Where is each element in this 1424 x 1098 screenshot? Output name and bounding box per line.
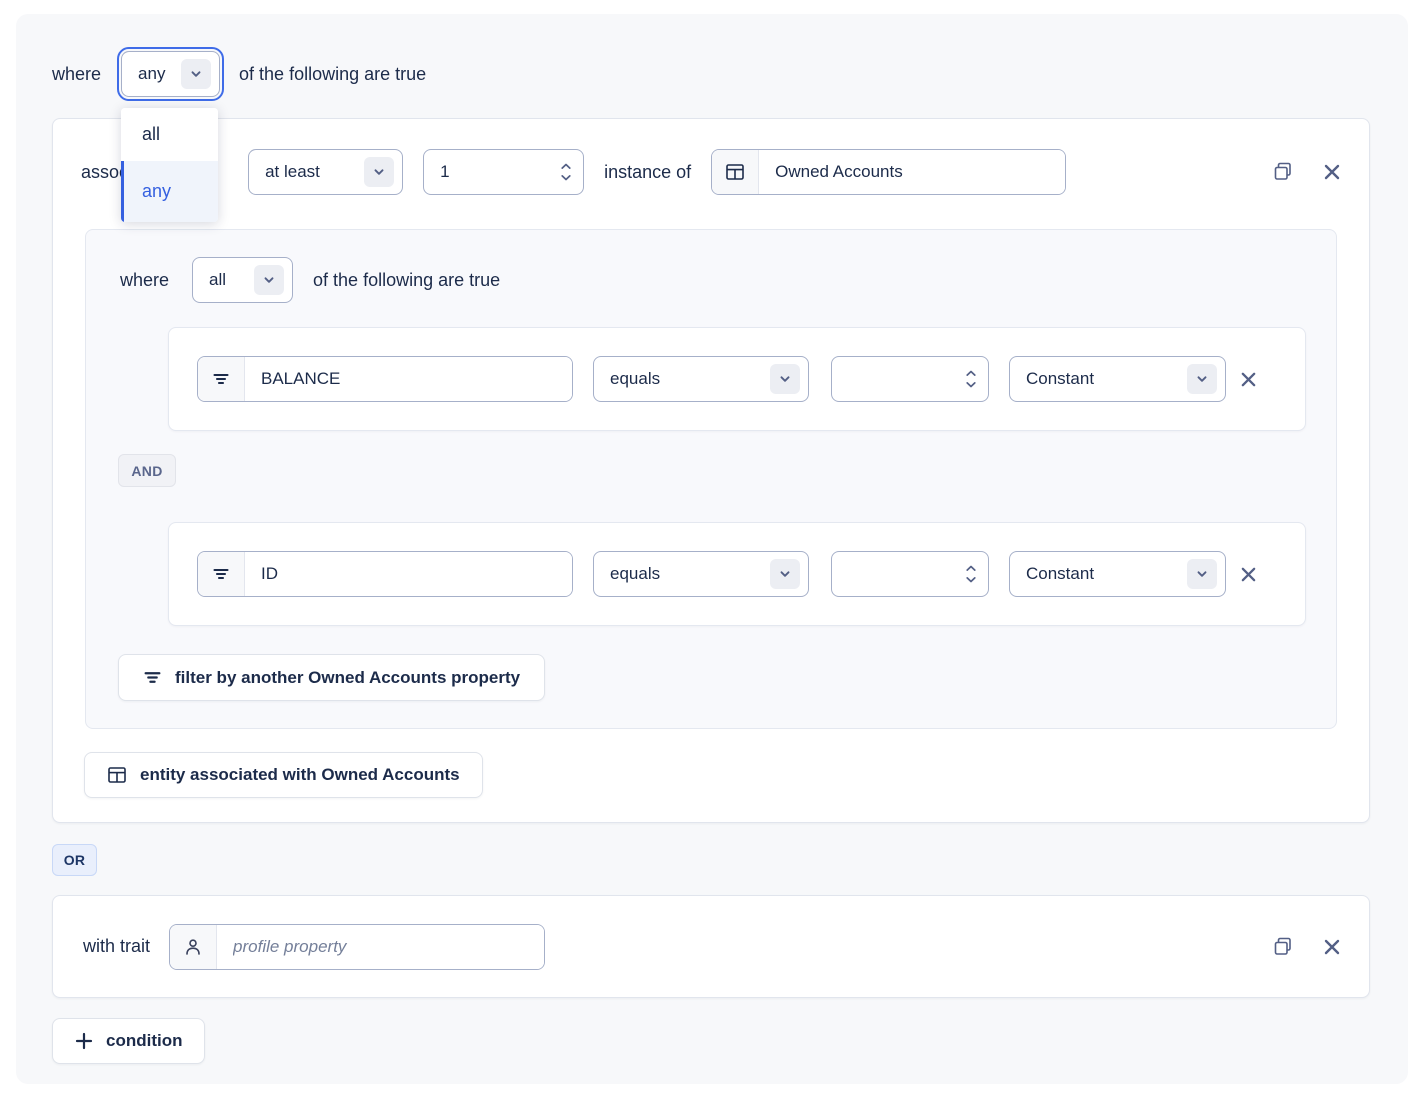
value-type-select[interactable]: Constant [1009, 551, 1226, 597]
filter-icon [143, 668, 162, 687]
property-select[interactable] [197, 551, 573, 597]
add-condition-button[interactable]: condition [52, 1018, 205, 1064]
instance-count-input[interactable] [423, 149, 584, 195]
remove-filter-button[interactable] [1240, 371, 1257, 388]
duplicate-button[interactable] [1273, 161, 1295, 183]
or-badge: OR [52, 844, 97, 876]
value-input[interactable] [831, 551, 989, 597]
entity-row: associated with at least instance of [81, 149, 1341, 195]
suffix-label: of the following are true [239, 64, 426, 85]
trait-property-field[interactable] [217, 925, 544, 969]
operator-dropdown-menu: all any [121, 108, 218, 222]
entity-name-field[interactable] [759, 150, 1065, 194]
filter-icon [198, 552, 245, 596]
root-operator-select[interactable]: any [121, 51, 220, 97]
remove-condition-button[interactable] [1323, 163, 1341, 181]
chevron-down-icon [770, 364, 800, 394]
operator-select[interactable]: equals [593, 356, 809, 402]
number-stepper-icon[interactable] [966, 371, 976, 388]
number-stepper-icon[interactable] [966, 566, 976, 583]
chevron-down-icon [1187, 559, 1217, 589]
add-property-filter-button[interactable]: filter by another Owned Accounts propert… [118, 654, 545, 701]
menu-option-any[interactable]: any [121, 161, 218, 222]
filter-icon [198, 357, 245, 401]
nested-condition-group: where all of the following are true [85, 229, 1337, 729]
value-input[interactable] [831, 356, 989, 402]
menu-option-all[interactable]: all [121, 108, 218, 161]
instance-of-label: instance of [604, 162, 691, 183]
table-icon [712, 150, 759, 194]
entity-condition-group: associated with at least instance of [52, 118, 1370, 823]
trait-condition-group: with trait [52, 895, 1370, 998]
and-badge: AND [118, 454, 176, 487]
table-icon [107, 765, 127, 785]
entity-select[interactable] [711, 149, 1066, 195]
remove-filter-button[interactable] [1240, 566, 1257, 583]
property-field[interactable] [245, 357, 572, 401]
value-field[interactable] [832, 357, 988, 401]
person-icon [170, 925, 217, 969]
plus-icon [75, 1032, 93, 1050]
nested-operator-row: where all of the following are true [120, 257, 1336, 303]
chevron-down-icon [770, 559, 800, 589]
remove-condition-button[interactable] [1323, 938, 1341, 956]
condition-row-id: equals Constant [168, 522, 1306, 626]
nested-operator-select[interactable]: all [192, 257, 293, 303]
count-field[interactable] [424, 150, 583, 194]
trait-property-select[interactable] [169, 924, 545, 970]
suffix-label: of the following are true [313, 270, 500, 291]
condition-row-balance: equals Constant [168, 327, 1306, 431]
chevron-down-icon [364, 157, 394, 187]
chevron-down-icon [181, 59, 211, 89]
quantifier-select[interactable]: at least [248, 149, 403, 195]
chevron-down-icon [254, 265, 284, 295]
property-select[interactable] [197, 356, 573, 402]
root-operator-row: where any all any of the following are t… [52, 51, 1370, 97]
where-label: where [120, 270, 169, 291]
value-type-select[interactable]: Constant [1009, 356, 1226, 402]
condition-builder: where any all any of the following are t… [16, 14, 1408, 1084]
operator-select[interactable]: equals [593, 551, 809, 597]
with-trait-label: with trait [83, 936, 150, 957]
duplicate-button[interactable] [1273, 936, 1295, 958]
property-field[interactable] [245, 552, 572, 596]
chevron-down-icon [1187, 364, 1217, 394]
value-field[interactable] [832, 552, 988, 596]
number-stepper-icon[interactable] [561, 164, 571, 181]
where-label: where [52, 64, 101, 85]
add-entity-association-button[interactable]: entity associated with Owned Accounts [84, 752, 483, 798]
